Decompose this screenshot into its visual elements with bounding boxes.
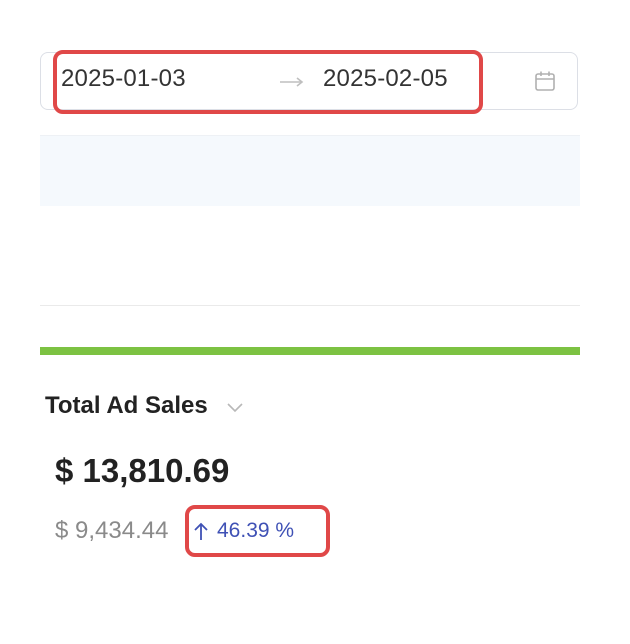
arrow-up-icon — [194, 522, 208, 540]
date-range-picker[interactable]: 2025-01-03 2025-02-05 — [40, 52, 578, 110]
metric-value: $ 13,810.69 — [55, 452, 230, 489]
previous-value: $ 9,434.44 — [55, 517, 169, 544]
calendar-icon[interactable] — [533, 69, 557, 93]
arrow-right-icon — [280, 77, 304, 87]
page: 2025-01-03 2025-02-05 Total Ad Sales $ 1… — [0, 0, 630, 644]
change-percent: 46.39 % — [217, 519, 295, 542]
divider — [40, 305, 580, 306]
end-date-input[interactable]: 2025-02-05 — [323, 65, 448, 93]
chevron-down-icon[interactable] — [226, 400, 244, 414]
metric-accent-bar — [40, 347, 580, 355]
start-date-input[interactable]: 2025-01-03 — [61, 65, 186, 93]
table-header-band — [40, 135, 580, 206]
metric-title: Total Ad Sales — [45, 392, 208, 419]
change-indicator: 46.39 % — [193, 519, 294, 543]
